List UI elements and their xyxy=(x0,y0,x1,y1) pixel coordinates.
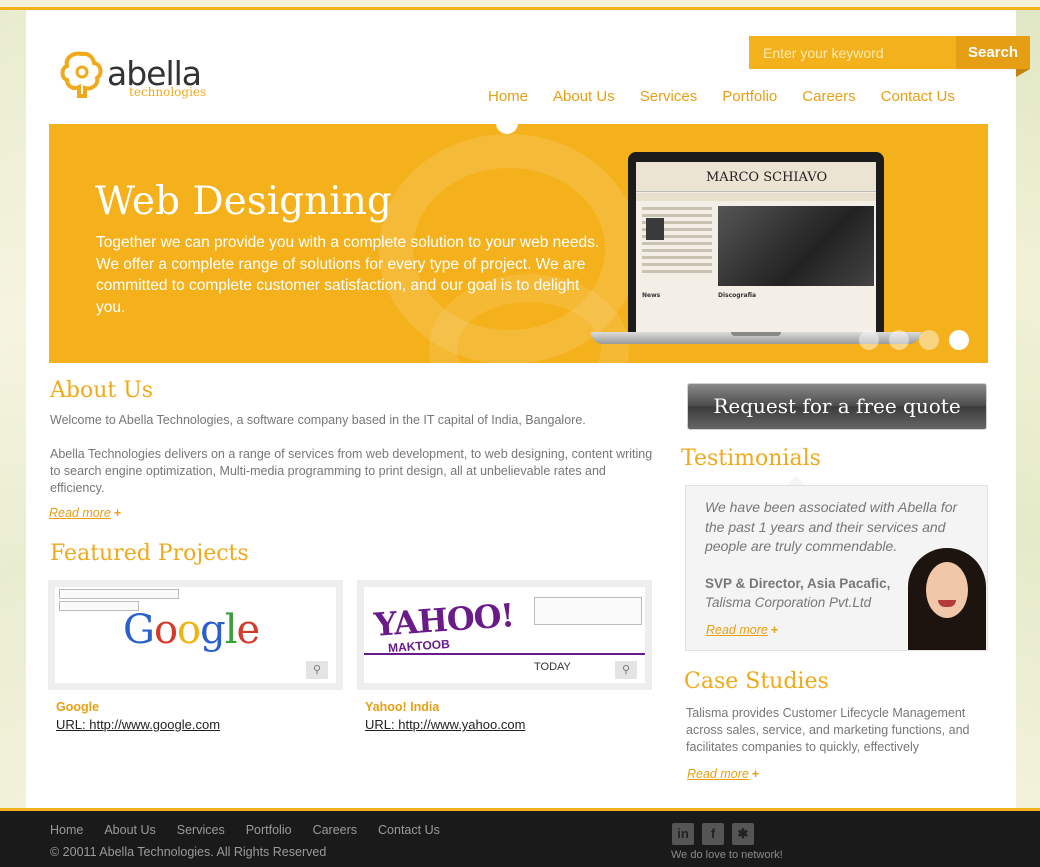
magnify-icon: ⚲ xyxy=(306,661,328,679)
main-nav: Home About Us Services Portfolio Careers… xyxy=(488,88,980,105)
screen-menu xyxy=(636,193,876,201)
screenshot-toolbar xyxy=(59,589,179,599)
background-right-decoration xyxy=(1016,0,1040,810)
slider-dot-2[interactable] xyxy=(889,330,909,350)
top-accent-line xyxy=(0,0,1040,10)
project-url-yahoo[interactable]: URL: http://www.yahoo.com xyxy=(365,717,525,732)
nav-careers[interactable]: Careers xyxy=(802,88,855,105)
copyright: © 20011 Abella Technologies. All Rights … xyxy=(50,845,327,859)
footer-nav-home[interactable]: Home xyxy=(50,823,83,837)
slider-dot-4[interactable] xyxy=(949,330,969,350)
about-heading: About Us xyxy=(50,378,154,403)
featured-heading: Featured Projects xyxy=(50,541,249,566)
case-studies-heading: Case Studies xyxy=(684,669,829,694)
screen-thumbnail xyxy=(646,218,664,240)
laptop-screen: MARCO SCHIAVO News Discografia xyxy=(628,152,884,332)
case-studies-read-more-link[interactable]: Read more + xyxy=(687,767,759,781)
search-button[interactable]: Search xyxy=(956,36,1030,69)
about-body: Abella Technologies delivers on a range … xyxy=(50,447,653,495)
footer-nav-about-us[interactable]: About Us xyxy=(104,823,155,837)
slider-dots xyxy=(859,330,969,350)
slider-dot-3[interactable] xyxy=(919,330,939,350)
nav-services[interactable]: Services xyxy=(640,88,698,105)
testimonial-read-more-label: Read more xyxy=(706,623,768,637)
footer: Home About Us Services Portfolio Careers… xyxy=(0,808,1040,867)
logo-subtitle: technologies xyxy=(129,85,207,99)
google-logo-image: Google xyxy=(123,607,260,653)
case-studies-read-more-label: Read more xyxy=(687,767,749,781)
page-container: abella technologies Search Home About Us… xyxy=(26,10,1030,808)
about-read-more-link[interactable]: Read more + xyxy=(49,506,121,520)
linkedin-icon[interactable]: in xyxy=(672,823,694,845)
background-left-decoration xyxy=(0,0,26,810)
hero-banner: Web Designing Together we can provide yo… xyxy=(49,124,988,363)
slider-dot-1[interactable] xyxy=(859,330,879,350)
facebook-icon[interactable]: f xyxy=(702,823,724,845)
search-input[interactable] xyxy=(749,36,956,69)
nav-home[interactable]: Home xyxy=(488,88,528,105)
footer-nav-portfolio[interactable]: Portfolio xyxy=(246,823,292,837)
search-bar: Search xyxy=(749,36,1030,69)
nav-contact-us[interactable]: Contact Us xyxy=(881,88,955,105)
testimonial-company: Talisma Corporation Pvt.Ltd xyxy=(705,595,872,610)
project-screenshot-yahoo: YAHOO! MAKTOOB TODAY ⚲ xyxy=(364,587,645,683)
project-name-google[interactable]: Google xyxy=(56,700,99,714)
screen-website-preview: MARCO SCHIAVO News Discografia xyxy=(636,162,876,332)
project-name-yahoo[interactable]: Yahoo! India xyxy=(365,700,439,714)
project-card-yahoo[interactable]: YAHOO! MAKTOOB TODAY ⚲ xyxy=(357,580,652,690)
case-studies-text: Talisma provides Customer Lifecycle Mana… xyxy=(686,706,970,754)
network-text: We do love to network! xyxy=(671,849,783,861)
testimonial-avatar xyxy=(904,546,988,650)
testimonials-heading: Testimonials xyxy=(681,446,821,471)
project-screenshot-google: Google ⚲ xyxy=(55,587,336,683)
social-links: in f ✱ xyxy=(672,823,754,845)
logo[interactable]: abella technologies xyxy=(59,50,229,110)
banner-title: Web Designing xyxy=(95,179,392,224)
footer-nav-careers[interactable]: Careers xyxy=(313,823,357,837)
banner-text: Together we can provide you with a compl… xyxy=(96,234,600,316)
abella-logo-icon xyxy=(60,51,103,98)
testimonial-read-more-link[interactable]: Read more + xyxy=(706,623,778,637)
laptop-image: MARCO SCHIAVO News Discografia xyxy=(591,152,921,344)
nav-portfolio[interactable]: Portfolio xyxy=(722,88,777,105)
nav-about-us[interactable]: About Us xyxy=(553,88,615,105)
yahoo-today-label: TODAY xyxy=(534,661,571,673)
footer-nav: Home About Us Services Portfolio Careers… xyxy=(50,823,461,837)
plus-icon: + xyxy=(770,623,779,637)
plus-icon: + xyxy=(113,506,122,520)
screen-discografia-label: Discografia xyxy=(718,292,757,299)
about-intro: Welcome to Abella Technologies, a softwa… xyxy=(50,413,586,427)
magnify-icon: ⚲ xyxy=(615,661,637,679)
request-quote-button[interactable]: Request for a free quote xyxy=(687,383,987,430)
yahoo-divider xyxy=(364,653,645,655)
search-ribbon-tail xyxy=(1016,69,1030,77)
screen-site-title: MARCO SCHIAVO xyxy=(706,170,828,185)
banner-notch xyxy=(496,124,518,134)
plus-icon: + xyxy=(751,767,760,781)
project-url-google[interactable]: URL: http://www.google.com xyxy=(56,717,220,732)
screen-news-label: News xyxy=(642,292,661,299)
myspace-icon[interactable]: ✱ xyxy=(732,823,754,845)
about-read-more-label: Read more xyxy=(49,506,111,520)
screen-photo xyxy=(718,206,874,286)
project-card-google[interactable]: Google ⚲ xyxy=(48,580,343,690)
testimonial-card: We have been associated with Abella for … xyxy=(685,485,988,651)
footer-nav-contact-us[interactable]: Contact Us xyxy=(378,823,440,837)
testimonial-role: SVP & Director, Asia Pacafic, xyxy=(705,576,891,591)
footer-nav-services[interactable]: Services xyxy=(177,823,225,837)
screenshot-search-box xyxy=(534,597,642,625)
